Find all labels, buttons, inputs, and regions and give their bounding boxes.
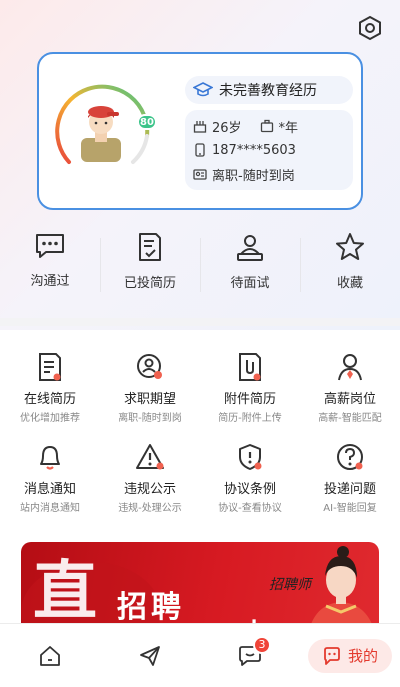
banner-title: 招聘: [117, 590, 185, 625]
attachment-resume-icon: [239, 353, 261, 381]
briefcase-icon: [260, 119, 273, 133]
job-expectation-icon: [137, 354, 162, 379]
service-notifications[interactable]: 消息通知 站内消息通知: [0, 442, 100, 532]
settings-hexagon-icon: [359, 15, 381, 41]
message-count-badge: 3: [253, 635, 271, 654]
quick-action-interview[interactable]: 待面试: [200, 232, 300, 298]
resume-score-gauge: [55, 84, 150, 164]
paper-plane-icon: [140, 645, 160, 666]
service-label: 在线简历: [23, 392, 76, 407]
service-sub: 简历-附件上传: [218, 413, 282, 424]
job-status-value: 离职-随时到岗: [212, 168, 295, 184]
service-delivery-questions[interactable]: 投递问题 AI-智能回复: [300, 442, 400, 532]
education-status-label: 未完善教育经历: [219, 83, 317, 99]
service-sub: 高薪-智能匹配: [318, 413, 382, 424]
profile-card[interactable]: 80 未完善教育经历 26岁 *年 187****5603 离职-随时到岗: [37, 52, 363, 210]
quick-action-label: 待面试: [230, 276, 270, 291]
phone-value: 187****5603: [212, 142, 296, 158]
service-label: 协议条例: [223, 482, 276, 497]
bell-icon: [40, 446, 60, 470]
service-sub: 优化增加推荐: [20, 413, 80, 424]
quick-action-label: 沟通过: [30, 274, 70, 289]
service-high-salary[interactable]: 高薪岗位 高薪-智能匹配: [300, 352, 400, 442]
star-icon: [336, 233, 364, 260]
me-face-icon: [324, 646, 340, 665]
basic-info: 26岁 *年 187****5603 离职-随时到岗: [185, 110, 353, 190]
service-label: 消息通知: [23, 482, 76, 497]
score-badge: 80: [137, 114, 157, 130]
service-attachment-resume[interactable]: 附件简历 简历-附件上传: [200, 352, 300, 442]
service-agreements[interactable]: 协议条例 协议-查看协议: [200, 442, 300, 532]
tab-messages[interactable]: 3: [200, 624, 300, 687]
quick-action-submitted[interactable]: 已投简历: [100, 232, 200, 298]
experience-value: *年: [278, 120, 299, 136]
service-label: 违规公示: [123, 482, 176, 497]
age-value: 26岁: [212, 120, 242, 136]
service-label: 附件简历: [223, 392, 276, 407]
service-online-resume[interactable]: 在线简历 优化增加推荐: [0, 352, 100, 442]
settings-button[interactable]: [356, 14, 384, 42]
bottom-tab-bar: 3 我的: [0, 623, 400, 687]
service-sub: AI-智能回复: [323, 503, 377, 514]
service-label: 高薪岗位: [323, 392, 376, 407]
high-salary-icon: [338, 354, 362, 381]
resume-check-icon: [139, 233, 161, 261]
online-resume-icon: [39, 353, 61, 381]
service-sub: 违规-处理公示: [118, 503, 182, 514]
phone-icon: [195, 143, 205, 157]
tab-me-label: 我的: [347, 647, 378, 665]
quick-action-communicated[interactable]: 沟通过: [0, 232, 100, 298]
quick-action-favorites[interactable]: 收藏: [300, 232, 400, 298]
service-label: 求职期望: [123, 392, 176, 407]
warning-icon: [136, 444, 164, 470]
quick-actions: 沟通过 已投简历 待面试 收藏: [0, 232, 400, 298]
id-card-icon: [193, 169, 207, 180]
chat-bubble-icon: [36, 234, 64, 258]
service-job-expectation[interactable]: 求职期望 离职-随时到岗: [100, 352, 200, 442]
quick-action-label: 已投简历: [123, 276, 176, 291]
service-sub: 站内消息通知: [20, 503, 80, 514]
service-sub: 离职-随时到岗: [118, 413, 182, 424]
quick-action-label: 收藏: [336, 276, 363, 291]
avatar: [81, 106, 121, 162]
graduation-cap-icon: [193, 82, 213, 97]
service-label: 投递问题: [323, 482, 376, 497]
service-violations[interactable]: 违规公示 违规-处理公示: [100, 442, 200, 532]
section-divider: [0, 318, 400, 326]
banner-signature: 招聘师: [269, 577, 311, 593]
cake-icon: [193, 121, 207, 133]
question-icon: [337, 444, 363, 470]
service-sub: 协议-查看协议: [218, 503, 282, 514]
banner-big-char: 直: [33, 554, 97, 629]
interview-icon: [237, 235, 263, 261]
home-icon: [40, 645, 60, 666]
shield-icon: [239, 444, 262, 470]
education-status[interactable]: 未完善教育经历: [185, 76, 353, 104]
tab-me[interactable]: 我的: [300, 624, 400, 687]
tab-home[interactable]: [0, 624, 100, 687]
services-grid: 在线简历 优化增加推荐 求职期望 离职-随时到岗 附件简历 简历-附件上传 高薪…: [0, 352, 400, 532]
tab-discover[interactable]: [100, 624, 200, 687]
